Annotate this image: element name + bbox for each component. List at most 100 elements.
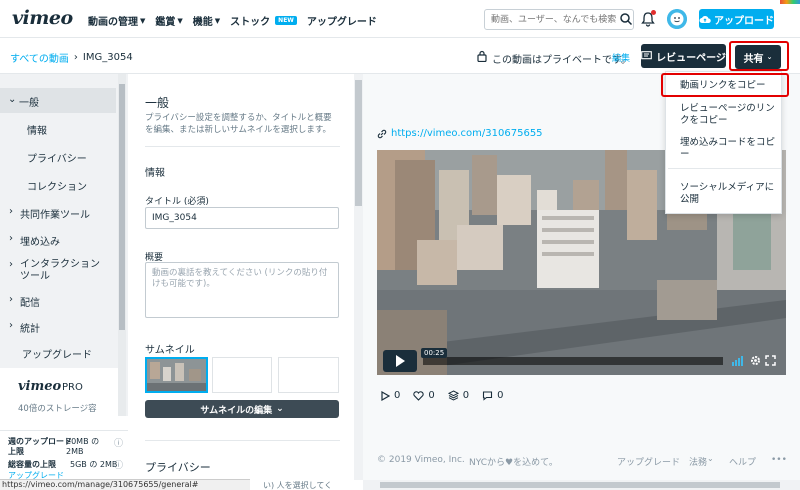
chevron-right-icon: › (9, 233, 13, 244)
edit-privacy-link[interactable]: 編集 (612, 51, 630, 64)
avatar[interactable] (667, 9, 687, 29)
section-description: プライバシー設定を調整するか、タイトルと概要を編集、または新しいサムネイルを選択… (145, 113, 332, 135)
share-button-highlight (729, 41, 789, 71)
made-in-nyc: NYCから♥を込めて。 (469, 458, 558, 468)
breadcrumb-all-videos[interactable]: すべての動画 (10, 50, 69, 65)
sidebar-item-label: 情報 (27, 126, 47, 137)
privacy-partial-text: い) 人を選択してく (263, 481, 333, 490)
footer-help-link[interactable]: ヘルプ (729, 455, 756, 468)
chevron-right-icon: › (9, 294, 13, 305)
plays-stat: 0 (380, 390, 400, 401)
sidebar-item-label: 統計 (20, 324, 40, 335)
nav-label: 機能 (192, 17, 213, 28)
nav-item-features[interactable]: 機能 ▼ (192, 13, 221, 29)
fullscreen-icon[interactable] (765, 355, 776, 366)
title-label: タイトル (必須) (145, 197, 209, 207)
sidebar-item-label: 一般 (19, 98, 39, 109)
sidebar-item-label: コレクション (27, 182, 87, 193)
settings-gear-icon[interactable] (750, 355, 761, 366)
footer-upgrade-link[interactable]: アップグレード (617, 455, 680, 468)
chevron-down-icon: ▼ (214, 16, 221, 25)
breadcrumb-current: IMG_3054 (82, 52, 133, 63)
more-icon[interactable]: ••• (771, 455, 787, 465)
nav-item-stock[interactable]: ストック NEW (230, 13, 297, 28)
sidebar-item-label: 配信 (20, 298, 40, 309)
play-button[interactable] (383, 350, 417, 372)
top-navigation-bar: vimeo 動画の管理▼ 鑑賞▼ 機能▼ ストックNEW アップグレード アップ… (0, 0, 800, 38)
sidebar-item-general[interactable]: ⌄ 一般 (0, 88, 116, 113)
thumbnail-option[interactable] (212, 357, 272, 393)
nav-item-upgrade[interactable]: アップグレード (307, 13, 377, 28)
heart-icon (413, 390, 425, 401)
title-field[interactable]: IMG_3054 (145, 207, 339, 229)
menu-item-publish-social[interactable]: ソーシャルメディアに公開 (680, 182, 778, 206)
progress-bar[interactable] (423, 357, 723, 365)
sidebar-item-label: 埋め込み (20, 237, 60, 248)
chevron-right-icon: › (9, 259, 13, 270)
browser-status-bar: https://vimeo.com/manage/310675655/gener… (0, 479, 250, 490)
sidebar-scrollbar-thumb[interactable] (119, 84, 125, 330)
promo-plan-name: PRO (62, 382, 83, 393)
thumbnail-option-selected[interactable] (145, 357, 208, 393)
info-heading: 情報 (145, 168, 165, 179)
privacy-heading: プライバシー (145, 461, 211, 474)
menu-divider (668, 168, 781, 169)
weekly-upload-value: 20MB の 2MB (66, 437, 100, 456)
review-page-button[interactable]: レビューページ (641, 44, 726, 68)
chevron-down-icon: ⌄ (707, 454, 714, 463)
nav-item-watch[interactable]: 鑑賞 ▼ (155, 13, 182, 29)
chevron-down-icon: ⌄ (276, 404, 284, 414)
cloud-upload-icon (699, 16, 711, 23)
thumbnail-option[interactable] (278, 357, 339, 393)
nav-label: 動画の管理 (88, 17, 138, 28)
sidebar-item-label: インタラクションツール (20, 259, 100, 282)
divider (145, 146, 340, 147)
likes-count: 0 (428, 390, 435, 401)
vimeo-logo[interactable]: vimeo (12, 7, 73, 29)
promo-text: 40倍のストレージ容 (18, 404, 97, 414)
horizontal-scrollbar-thumb[interactable] (380, 482, 780, 488)
play-icon (381, 390, 390, 401)
video-url-link[interactable]: https://vimeo.com/310675655 (377, 128, 543, 139)
sidebar-item-label: 共同作業ツール (20, 210, 90, 221)
edit-thumbnail-label: サムネイルの編集 (200, 405, 273, 416)
info-icon[interactable]: ⓘ (114, 458, 123, 471)
upload-button[interactable]: アップロード (699, 9, 774, 29)
collections-stat: 0 (447, 390, 470, 401)
volume-icon[interactable] (731, 356, 745, 366)
settings-scrollbar-thumb[interactable] (355, 80, 362, 206)
chevron-down-icon: ⌄ (8, 94, 17, 105)
collections-count: 0 (462, 390, 470, 401)
footer-legal-link[interactable]: 法務 (689, 455, 707, 468)
menu-item-copy-review-link[interactable]: レビューページのリンクをコピー (680, 103, 778, 127)
breadcrumb-separator: › (73, 52, 78, 63)
edit-thumbnail-button[interactable]: サムネイルの編集 ⌄ (145, 400, 339, 418)
info-icon[interactable]: ⓘ (114, 436, 123, 449)
thumbnail-image (147, 359, 206, 391)
layers-icon (447, 390, 459, 401)
search-input[interactable] (484, 9, 634, 30)
weekly-upload-label: 週のアップロード上限 (8, 437, 72, 456)
play-icon (396, 355, 405, 367)
comments-count: 0 (497, 390, 504, 401)
description-placeholder: 動画の裏話を教えてください (リンクの貼り付けも可能です)。 (152, 268, 328, 289)
total-storage-value: 5GB の 2MB (70, 460, 118, 469)
privacy-status-text: この動画はプライベートです。 (492, 55, 631, 66)
sidebar-item-interaction-tools[interactable]: › インタラクションツール (0, 259, 116, 283)
main-nav: 動画の管理 ▼ 鑑賞 ▼ 機能 ▼ ストック NEW アップグレード (88, 13, 377, 28)
search-icon[interactable] (619, 12, 633, 26)
total-storage-label: 総容量の上限 (8, 460, 56, 469)
sidebar-item-label: プライバシー (27, 154, 87, 165)
notification-dot (651, 10, 656, 15)
new-badge: NEW (275, 16, 297, 25)
upload-label: アップロード (714, 15, 774, 27)
description-field[interactable]: 動画の裏話を教えてください (リンクの貼り付けも可能です)。 (145, 262, 339, 318)
color-strip (780, 0, 800, 4)
comment-icon (483, 391, 493, 401)
thumbnail-heading: サムネイル (145, 345, 195, 356)
lock-icon (477, 50, 487, 62)
storage-usage-panel: 週のアップロード上限 20MB の 2MB ⓘ 総容量の上限 5GB の 2MB… (0, 430, 128, 480)
link-icon (377, 129, 387, 138)
menu-item-copy-embed-code[interactable]: 埋め込みコードをコピー (680, 137, 778, 161)
nav-item-manage-videos[interactable]: 動画の管理 ▼ (88, 13, 145, 29)
